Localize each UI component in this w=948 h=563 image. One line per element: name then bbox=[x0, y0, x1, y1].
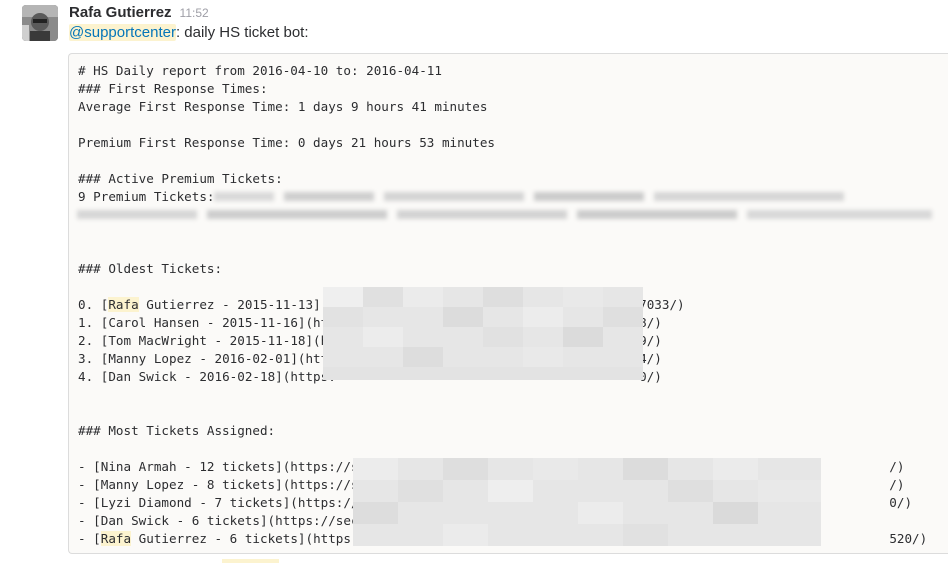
message-body: : daily HS ticket bot: bbox=[175, 24, 309, 41]
oldest-heading: ### Oldest Tickets: bbox=[78, 261, 223, 276]
active-premium-heading: ### Active Premium Tickets: bbox=[78, 171, 283, 186]
next-message-highlight bbox=[222, 559, 279, 563]
report-title: # HS Daily report from 2016-04-10 to: 20… bbox=[78, 63, 442, 78]
mention-link[interactable]: @supportcenter bbox=[69, 24, 176, 41]
message-header: Rafa Gutierrez 11:52 bbox=[69, 4, 209, 24]
message-text: @supportcenter: daily HS ticket bot: bbox=[69, 24, 309, 41]
redacted-premium-links-2 bbox=[77, 210, 932, 220]
code-block: # HS Daily report from 2016-04-10 to: 20… bbox=[68, 53, 948, 554]
premium-count: 9 Premium Tickets: bbox=[78, 189, 215, 204]
redacted-premium-links bbox=[214, 192, 844, 202]
premium-frt: Premium First Response Time: 0 days 21 h… bbox=[78, 135, 496, 150]
assigned-item: - [Dan Swick - 6 tickets](https://secu bbox=[78, 513, 367, 528]
timestamp[interactable]: 11:52 bbox=[180, 6, 209, 20]
avatar[interactable] bbox=[22, 5, 58, 41]
redacted-assigned-links bbox=[353, 458, 821, 546]
user-photo-icon bbox=[22, 5, 58, 41]
author-name[interactable]: Rafa Gutierrez bbox=[69, 4, 172, 21]
frt-heading: ### First Response Times: bbox=[78, 81, 268, 96]
assigned-heading: ### Most Tickets Assigned: bbox=[78, 423, 276, 438]
redacted-oldest-links bbox=[323, 287, 643, 380]
average-frt: Average First Response Time: 1 days 9 ho… bbox=[78, 99, 488, 114]
